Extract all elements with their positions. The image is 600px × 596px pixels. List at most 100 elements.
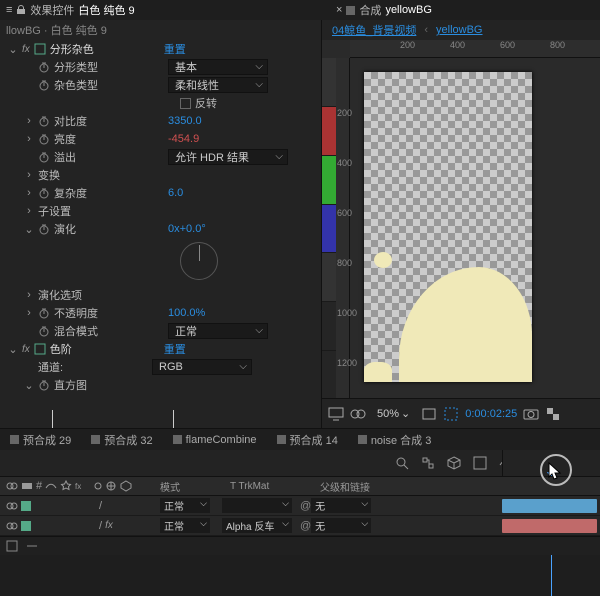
layer-parent-dropdown[interactable]: 无 [311,518,371,533]
stopwatch-icon[interactable] [38,151,50,163]
star-icon[interactable] [60,480,72,492]
shy-col-icon[interactable] [45,480,57,492]
stopwatch-icon[interactable] [38,307,50,319]
overflow-dropdown[interactable]: 允许 HDR 结果 [168,149,288,165]
effect-name: 分形杂色 [50,41,160,57]
comp-nav-back[interactable]: 04鲸鱼_背景视频 [332,22,416,38]
label-color[interactable] [21,501,31,511]
comp-nav-current[interactable]: yellowBG [436,24,482,36]
label-icon[interactable] [21,480,33,492]
layer-mode-dropdown[interactable]: 正常 [160,518,210,533]
pickwhip-icon[interactable]: @ [300,500,311,512]
av-features-icon[interactable] [6,480,18,492]
visibility-icon[interactable] [6,520,18,532]
twirl-right-icon[interactable]: › [24,169,34,181]
stopwatch-icon[interactable] [38,79,50,91]
twirl-right-icon[interactable]: › [24,289,34,301]
layer-duration-bar[interactable] [502,519,597,533]
stopwatch-icon[interactable] [38,325,50,337]
timeline-layer-row[interactable]: /fx正常Alpha 反车@无 [0,516,600,536]
timeline-tab[interactable]: 预合成 32 [81,429,162,451]
channel-strip [322,58,336,400]
cube-icon[interactable] [446,455,462,471]
3d-icon[interactable] [120,480,132,492]
col-parent[interactable]: 父级和链接 [320,479,410,494]
effects-panel-tab[interactable]: ≡ 效果控件 白色 纯色 9 [0,0,141,20]
resolution-icon[interactable] [421,406,437,422]
composition-panel: 04鲸鱼_背景视频 ‹ yellowBG 200400600800 200400… [322,20,600,428]
camera-icon[interactable] [523,406,539,422]
timeline-tab[interactable]: 预合成 29 [0,429,81,451]
fx-col-icon[interactable]: fx [75,480,87,492]
checkbox[interactable] [180,98,191,109]
effect-controls-panel: llowBG · 白色 纯色 9 ⌄ fx 分形杂色 重置 分形类型 基本 杂色… [0,20,322,428]
effect-header-fractal[interactable]: ⌄ fx 分形杂色 重置 [0,40,321,58]
canvas[interactable] [364,72,532,382]
blur-col-icon[interactable] [90,480,102,492]
comp-panel-title: 合成 [359,2,381,18]
blend-mode-dropdown[interactable]: 正常 [168,323,268,339]
draft3d-icon[interactable] [472,455,488,471]
zoom-dropdown[interactable]: 50% ⌄ [372,405,415,422]
stopwatch-icon[interactable] [38,223,50,235]
twirl-down-icon[interactable]: ⌄ [8,343,18,356]
adjust-icon[interactable] [105,480,117,492]
twirl-right-icon[interactable]: › [24,205,34,217]
col-mode[interactable]: 模式 [160,479,230,494]
reset-link[interactable]: 重置 [164,341,186,357]
noise-type-dropdown[interactable]: 柔和线性 [168,77,268,93]
fx-badge-icon[interactable]: fx [22,44,30,55]
fx-indicator: fx [105,520,113,531]
stereo-icon[interactable] [350,406,366,422]
channel-dropdown[interactable]: RGB [152,359,252,375]
label-color[interactable] [21,521,31,531]
twirl-right-icon[interactable]: › [24,187,34,199]
layer-duration-bar[interactable] [502,499,597,513]
stopwatch-icon[interactable] [38,61,50,73]
visibility-icon[interactable] [6,500,18,512]
col-trkmat[interactable]: T TrkMat [230,481,320,492]
stopwatch-icon[interactable] [38,133,50,145]
twirl-down-icon[interactable]: ⌄ [24,379,34,392]
timeline-tab[interactable]: noise 合成 3 [348,429,442,451]
toggle-switches-icon[interactable] [6,540,18,552]
layer-trkmat-dropdown[interactable] [222,498,292,513]
stopwatch-icon[interactable] [38,115,50,127]
angle-dial[interactable] [180,242,218,280]
search-icon[interactable] [394,455,410,471]
current-time[interactable]: 0:00:02:25 [465,408,517,420]
timeline-layer-row[interactable]: /正常@无 [0,496,600,516]
pickwhip-icon[interactable]: @ [300,520,311,532]
opacity-value[interactable]: 100.0% [168,307,205,319]
twirl-right-icon[interactable]: › [24,115,34,127]
timeline-tab[interactable]: flameCombine [163,431,267,449]
evolution-value[interactable]: 0x+0.0° [168,223,206,235]
layer-trkmat-dropdown[interactable]: Alpha 反车 [222,518,292,533]
fractal-type-dropdown[interactable]: 基本 [168,59,268,75]
histogram-display[interactable] [0,398,321,428]
comp-flowchart-icon[interactable] [420,455,436,471]
svg-text:fx: fx [75,482,81,491]
transparency-grid-icon[interactable] [545,406,561,422]
twirl-down-icon[interactable]: ⌄ [24,223,34,236]
zoom-slider-icon[interactable] [26,540,38,552]
region-icon[interactable] [443,406,459,422]
twirl-right-icon[interactable]: › [24,133,34,145]
comp-panel-tab[interactable]: × 合成 yellowBG [330,0,438,20]
timeline-tab[interactable]: 预合成 14 [267,429,348,451]
layer-mode-dropdown[interactable]: 正常 [160,498,210,513]
stopwatch-icon[interactable] [38,187,50,199]
stopwatch-icon[interactable] [38,379,50,391]
twirl-down-icon[interactable]: ⌄ [8,43,18,56]
complexity-value[interactable]: 6.0 [168,187,183,199]
viewer[interactable]: 200400600800 20040060080010001200 [322,40,600,400]
reset-link[interactable]: 重置 [164,41,186,57]
contrast-value[interactable]: 3350.0 [168,115,202,127]
brightness-value[interactable]: -454.9 [168,133,199,145]
effect-header-levels[interactable]: ⌄ fx 色阶 重置 [0,340,321,358]
monitor-icon[interactable] [328,406,344,422]
fx-badge-icon[interactable]: fx [22,344,30,355]
tab-color-icon [277,435,286,444]
twirl-right-icon[interactable]: › [24,307,34,319]
layer-parent-dropdown[interactable]: 无 [311,498,371,513]
